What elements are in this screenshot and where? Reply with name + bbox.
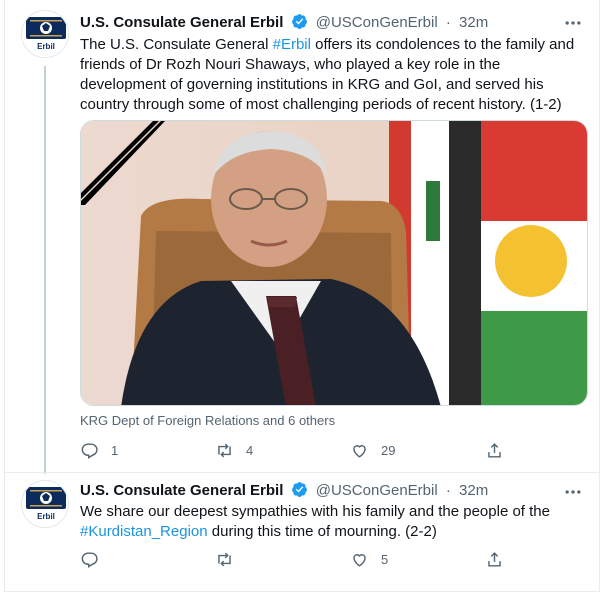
retweet-icon — [218, 552, 231, 566]
share-button[interactable] — [485, 440, 516, 460]
tweet-actions: 1 4 29 — [80, 440, 520, 462]
timestamp[interactable]: 32m — [459, 14, 488, 31]
tweet-text: The U.S. Consulate General #Erbil offers… — [80, 35, 575, 115]
tweet-photo[interactable] — [80, 120, 588, 406]
like-icon — [353, 444, 366, 458]
reply-button[interactable]: 1 — [80, 440, 118, 460]
tweet-text: We share our deepest sympathies with his… — [80, 502, 570, 542]
tweet-divider — [5, 472, 599, 473]
more-icon[interactable] — [563, 13, 583, 33]
portrait-photo — [81, 121, 587, 405]
like-button[interactable]: 29 — [350, 440, 395, 460]
hashtag-link[interactable]: #Kurdistan_Region — [80, 523, 208, 540]
separator-dot: · — [445, 482, 451, 499]
avatar[interactable]: Erbil — [21, 480, 69, 528]
separator-dot: · — [445, 14, 451, 31]
reply-count: 1 — [111, 442, 119, 458]
tweet-header: U.S. Consulate General Erbil @USConGenEr… — [80, 13, 488, 33]
share-icon — [488, 442, 501, 458]
verified-badge-icon — [291, 14, 307, 29]
like-button[interactable]: 5 — [350, 549, 388, 569]
reply-button[interactable] — [80, 549, 111, 569]
avatar-caption: Erbil — [37, 42, 55, 51]
like-icon — [353, 553, 366, 567]
verified-badge-icon — [291, 482, 307, 497]
avatar[interactable]: Erbil — [21, 10, 69, 58]
avatar-caption: Erbil — [37, 512, 55, 521]
retweet-icon — [218, 443, 231, 457]
author-handle[interactable]: @USConGenErbil — [316, 482, 438, 499]
tagged-accounts[interactable]: KRG Dept of Foreign Relations and 6 othe… — [80, 413, 335, 428]
tweet-2[interactable]: Erbil U.S. Consulate General Erbil @USCo… — [0, 474, 603, 592]
tweet-text-part: We share our deepest sympathies with his… — [80, 503, 550, 520]
retweet-button[interactable] — [215, 549, 246, 569]
tweet-actions: 5 — [80, 549, 520, 571]
tweet-text-part: The U.S. Consulate General — [80, 36, 273, 53]
timestamp[interactable]: 32m — [459, 482, 488, 499]
share-icon — [488, 551, 501, 567]
tweet-1[interactable]: Erbil U.S. Consulate General Erbil @USCo… — [0, 0, 603, 470]
author-name[interactable]: U.S. Consulate General Erbil — [80, 482, 283, 499]
hashtag-link[interactable]: #Erbil — [273, 36, 311, 53]
like-count: 5 — [381, 551, 389, 567]
tweet-header: U.S. Consulate General Erbil @USConGenEr… — [80, 481, 488, 501]
author-name[interactable]: U.S. Consulate General Erbil — [80, 14, 283, 31]
retweet-count: 4 — [246, 442, 254, 458]
author-handle[interactable]: @USConGenErbil — [316, 14, 438, 31]
retweet-button[interactable]: 4 — [215, 440, 253, 460]
like-count: 29 — [381, 442, 396, 458]
tweet-text-part: during this time of mourning. (2-2) — [207, 523, 437, 540]
more-icon[interactable] — [563, 482, 583, 502]
reply-icon — [81, 442, 98, 459]
share-button[interactable] — [485, 549, 516, 569]
reply-icon — [81, 551, 98, 568]
